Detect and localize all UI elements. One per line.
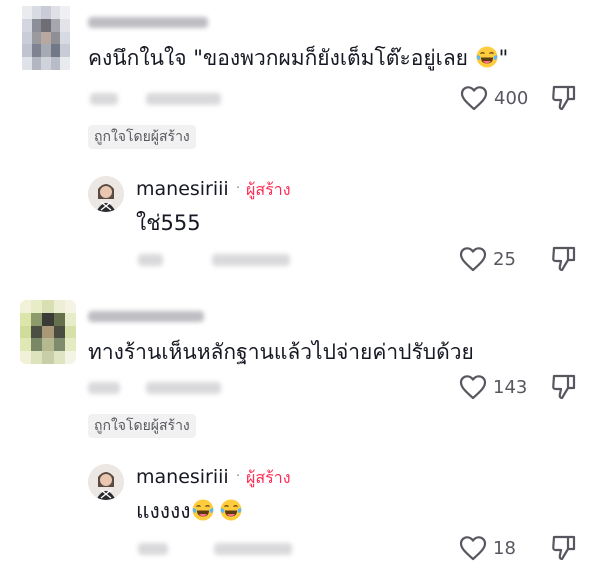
like-count: 400 xyxy=(494,87,529,109)
comment-text: ทางร้านเห็นหลักฐานแล้วไปจ่ายค่าปรับด้วย xyxy=(88,340,474,364)
like-count: 25 xyxy=(493,248,516,270)
reply-username[interactable]: manesiriii xyxy=(136,466,229,488)
commenter-avatar[interactable] xyxy=(20,300,76,364)
separator-dot: · xyxy=(236,469,241,484)
heart-outline-icon xyxy=(460,85,488,111)
heart-outline-icon xyxy=(459,246,487,272)
creator-avatar[interactable] xyxy=(88,464,124,500)
commenter-avatar[interactable] xyxy=(22,6,70,70)
creator-liked-badge: ถูกใจโดยผู้สร้าง xyxy=(88,125,196,149)
reply-text: แงงงง xyxy=(136,498,243,524)
reply-username[interactable]: manesiriii xyxy=(136,178,229,200)
reply-text: ใช่555 xyxy=(136,211,201,235)
blurred-reply-link xyxy=(146,93,221,105)
blurred-timestamp xyxy=(88,382,120,394)
blurred-username xyxy=(88,311,204,322)
heart-outline-icon xyxy=(459,374,487,400)
separator-dot: · xyxy=(236,181,241,196)
thumbs-down-outline-icon[interactable] xyxy=(551,534,577,562)
blurred-reply-link xyxy=(214,543,292,555)
creator-avatar[interactable] xyxy=(88,176,124,212)
thumbs-down-outline-icon[interactable] xyxy=(551,373,577,401)
comment-text: คงนึกในใจ "ของพวกผมก็ยังเต็มโต๊ะอยู่เลย … xyxy=(88,45,509,70)
like-button[interactable]: 25 xyxy=(459,244,516,274)
tears-of-joy-emoji-icon xyxy=(191,498,215,522)
like-button[interactable]: 400 xyxy=(460,83,528,113)
like-button[interactable]: 18 xyxy=(459,533,516,563)
thumbs-down-outline-icon[interactable] xyxy=(551,84,577,112)
blurred-timestamp xyxy=(90,93,118,105)
tears-of-joy-emoji-icon xyxy=(475,45,499,69)
creator-tag: ผู้สร้าง xyxy=(246,468,291,487)
blurred-timestamp xyxy=(138,543,168,555)
creator-liked-badge: ถูกใจโดยผู้สร้าง xyxy=(88,414,196,438)
like-count: 18 xyxy=(493,537,516,559)
blurred-reply-link xyxy=(212,254,290,266)
like-count: 143 xyxy=(493,376,528,398)
blurred-timestamp xyxy=(138,254,163,266)
thumbs-down-outline-icon[interactable] xyxy=(551,245,577,273)
blurred-reply-link xyxy=(146,382,221,394)
tears-of-joy-emoji-icon xyxy=(219,498,243,522)
like-button[interactable]: 143 xyxy=(459,372,527,402)
blurred-username xyxy=(88,17,208,28)
creator-tag: ผู้สร้าง xyxy=(246,180,291,199)
heart-outline-icon xyxy=(459,535,487,561)
